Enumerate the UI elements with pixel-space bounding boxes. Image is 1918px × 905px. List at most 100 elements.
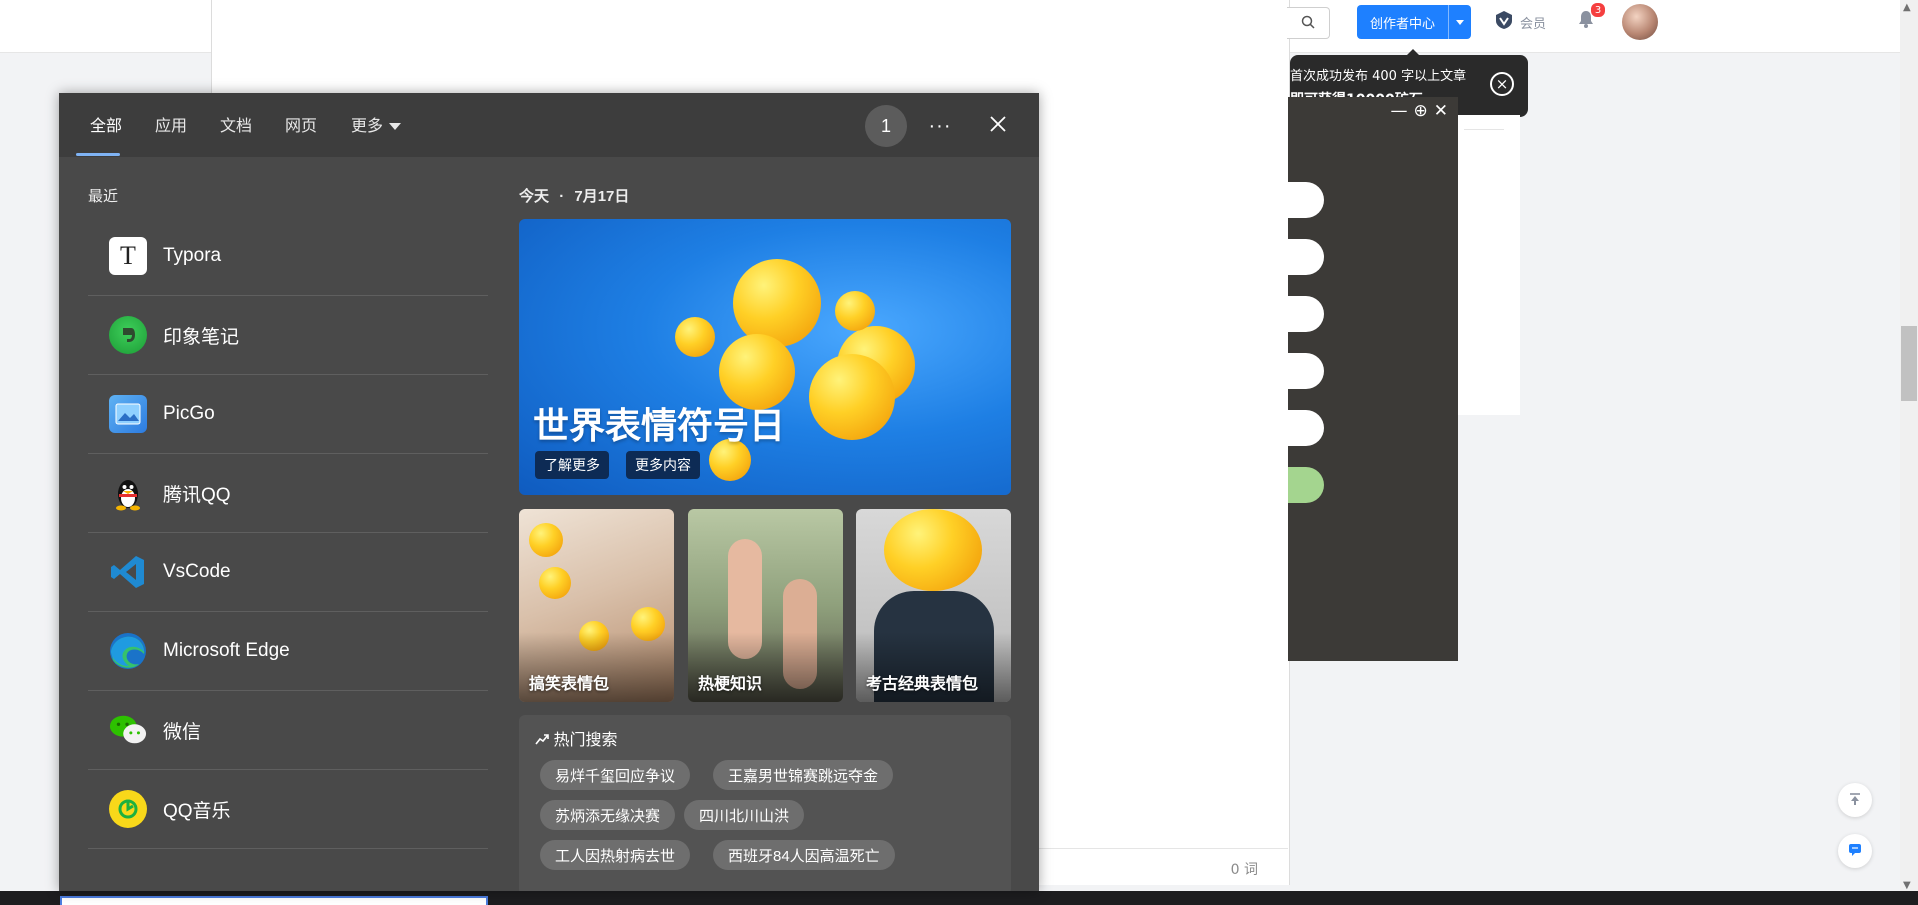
today-label: 今天 [519, 188, 550, 205]
today-heading: 今天 · 7月17日 [519, 185, 629, 206]
crying-laughing-emoji-icon [884, 509, 982, 591]
hot-search-chip[interactable]: 苏炳添无缘决赛 [540, 800, 676, 830]
flyout-close-button[interactable] [983, 111, 1013, 141]
small-emoji-icon [675, 317, 715, 357]
card-funny-memes[interactable]: 搞笑表情包 [519, 509, 674, 702]
hot-searches-title: 热门搜索 [535, 726, 617, 750]
app-item-qq[interactable]: 腾讯QQ [88, 454, 488, 533]
laughing-tears-emoji-icon [809, 354, 895, 440]
app-item-edge[interactable]: Microsoft Edge [88, 612, 488, 691]
tab-apps[interactable]: 应用 [155, 115, 187, 139]
editor-footer: 0 词 [1030, 848, 1288, 885]
panel-pill-button[interactable] [1288, 353, 1324, 389]
scroll-down-arrow-icon[interactable]: ▼ [1903, 880, 1911, 891]
scroll-up-arrow-icon[interactable]: ▲ [1903, 2, 1911, 13]
hot-search-chip[interactable]: 工人因热射病去世 [540, 840, 691, 870]
app-name: Typora [163, 245, 222, 266]
vip-badge-icon [1494, 10, 1514, 34]
app-item-vscode[interactable]: VsCode [88, 533, 488, 612]
creator-center-label: 创作者中心 [1369, 16, 1435, 32]
edge-icon [109, 632, 147, 670]
search-button[interactable] [1287, 7, 1330, 39]
tab-web[interactable]: 网页 [285, 115, 317, 139]
app-item-evernote[interactable]: 印象笔记 [88, 296, 488, 375]
result-count-badge[interactable]: 1 [865, 105, 907, 147]
app-item-picgo[interactable]: PicGo [88, 375, 488, 454]
notification-badge: 3 [1590, 2, 1606, 18]
avatar[interactable] [1622, 4, 1658, 40]
panel-pill-button-active[interactable] [1288, 467, 1324, 503]
typora-icon: T [109, 237, 147, 275]
page-scrollbar[interactable] [1900, 0, 1918, 905]
more-options-button[interactable]: ··· [925, 111, 955, 141]
emoji-day-banner[interactable]: 世界表情符号日 了解更多 更多内容 [519, 219, 1011, 495]
chat-bubble-icon [1848, 842, 1862, 861]
surprised-emoji-icon [835, 291, 875, 331]
emoji-icon [529, 523, 563, 557]
plus-circle-icon[interactable]: ⊕ [1414, 101, 1428, 121]
tooltip-close-button[interactable]: × [1490, 72, 1514, 96]
tab-documents[interactable]: 文档 [220, 115, 252, 139]
close-icon[interactable]: ✕ [1434, 101, 1448, 121]
app-name: Microsoft Edge [163, 640, 290, 661]
creator-dropdown-button[interactable] [1448, 5, 1471, 39]
wechat-icon [109, 711, 147, 749]
hot-search-chip[interactable]: 西班牙84人因高温死亡 [713, 840, 895, 870]
picgo-icon [109, 395, 147, 433]
app-name: PicGo [163, 403, 215, 424]
flyout-header: 全部 应用 文档 网页 更多 1 ··· [59, 93, 1039, 157]
vip-label: 会员 [1520, 16, 1547, 32]
app-item-wechat[interactable]: 微信 [88, 691, 488, 770]
ellipsis-icon: ··· [928, 114, 952, 137]
caret-down-icon [389, 123, 402, 131]
caret-down-icon [1456, 19, 1464, 25]
vscode-icon [109, 553, 147, 591]
hot-search-chip[interactable]: 王嘉男世锦赛跳远夺金 [713, 760, 894, 790]
panel-pill-button[interactable] [1288, 182, 1324, 218]
search-icon [1301, 14, 1315, 33]
hot-searches-label: 热门搜索 [553, 732, 618, 749]
vip-link[interactable]: 会员 [1494, 10, 1546, 34]
app-name: 腾讯QQ [163, 484, 231, 506]
app-item-typora[interactable]: T Typora [88, 217, 488, 296]
panel-pill-button[interactable] [1288, 239, 1324, 275]
card-label: 考古经典表情包 [866, 676, 979, 693]
tab-more-label: 更多 [351, 118, 384, 135]
minimize-icon[interactable]: — [1391, 101, 1408, 121]
panel-controls: — ⊕ ✕ [1391, 101, 1449, 121]
creator-center-button[interactable]: 创作者中心 [1357, 5, 1471, 39]
learn-more-button[interactable]: 了解更多 [535, 451, 609, 479]
app-name: 微信 [163, 721, 202, 743]
back-to-top-button[interactable] [1838, 783, 1872, 817]
card-label: 热梗知识 [698, 676, 763, 693]
hot-search-chip[interactable]: 四川北川山洪 [684, 800, 805, 830]
qq-icon [109, 474, 147, 512]
app-name: QQ音乐 [163, 800, 231, 822]
close-icon [989, 115, 1007, 138]
hot-search-chip[interactable]: 易烊千玺回应争议 [540, 760, 691, 790]
evernote-icon [109, 316, 147, 354]
trending-icon [535, 732, 553, 749]
app-name: 印象笔记 [163, 326, 240, 348]
hot-searches-panel: 热门搜索 易烊千玺回应争议 王嘉男世锦赛跳远夺金 苏炳添无缘决赛 四川北川山洪 … [519, 715, 1011, 891]
card-label: 搞笑表情包 [529, 676, 610, 693]
recent-apps-list: T Typora 印象笔记 PicGo 腾讯QQ VsCode Microsof… [88, 217, 488, 849]
tab-more[interactable]: 更多 [351, 115, 402, 139]
scrollbar-thumb[interactable] [1901, 326, 1917, 401]
recent-section-title: 最近 [88, 188, 119, 205]
close-icon: × [1495, 74, 1509, 93]
qqmusic-icon [109, 790, 147, 828]
panel-pill-button[interactable] [1288, 296, 1324, 332]
emoji-icon [539, 567, 571, 599]
arrow-up-to-top-icon [1848, 791, 1862, 810]
app-item-qqmusic[interactable]: QQ音乐 [88, 770, 488, 849]
panel-pill-button[interactable] [1288, 410, 1324, 446]
winking-emoji-icon [733, 259, 821, 347]
card-hot-memes[interactable]: 热梗知识 [688, 509, 843, 702]
tab-all[interactable]: 全部 [90, 115, 122, 139]
taskbar-search-box[interactable] [60, 896, 488, 905]
dot-separator: · [559, 188, 565, 205]
feedback-button[interactable] [1838, 834, 1872, 868]
card-classic-memes[interactable]: 考古经典表情包 [856, 509, 1011, 702]
more-content-button[interactable]: 更多内容 [626, 451, 700, 479]
